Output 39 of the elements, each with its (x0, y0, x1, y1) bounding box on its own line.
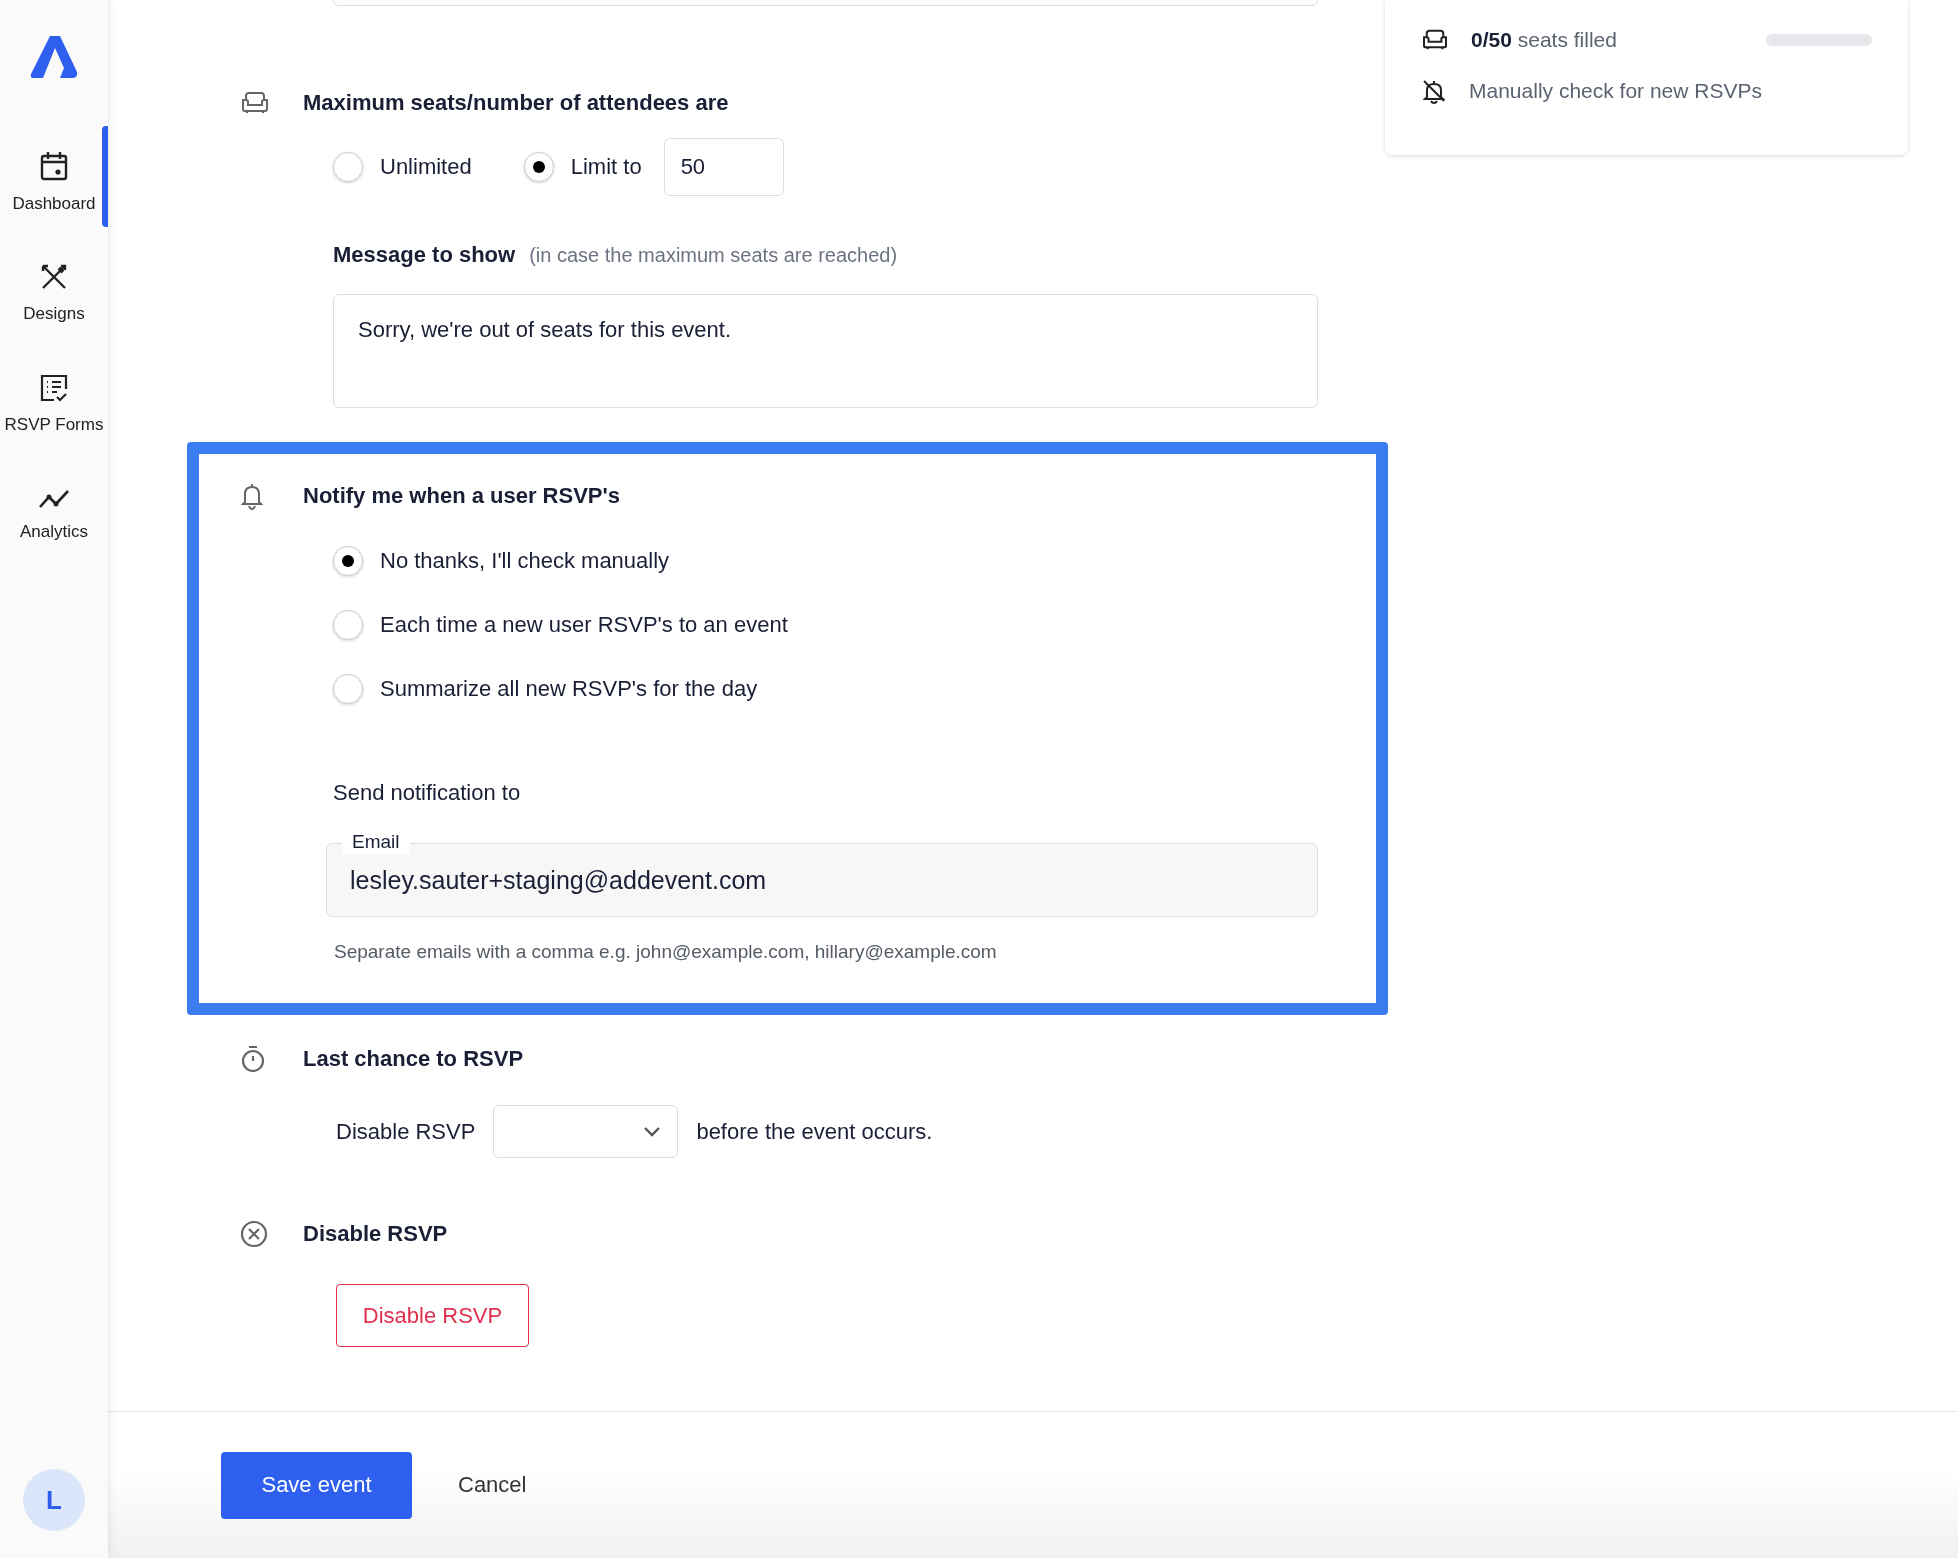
radio-option[interactable]: Unlimited (333, 152, 472, 182)
section-heading: Last chance to RSVP (303, 1046, 525, 1072)
field-label: Disable RSVP (336, 1118, 476, 1145)
circle-x-icon (240, 1220, 268, 1248)
checklist-icon (39, 372, 69, 403)
field-label: Send notification to (333, 780, 522, 806)
bell-off-icon (1421, 78, 1447, 104)
armchair-icon (240, 91, 270, 115)
save-event-button[interactable]: Save event (221, 1451, 412, 1519)
field-suffix: before the event occurs. (696, 1118, 933, 1145)
disable-rsvp-button[interactable]: Disable RSVP (336, 1284, 529, 1347)
cancel-button[interactable]: Cancel (452, 1471, 533, 1499)
notification-status-text: Manually check for new RSVPs (1469, 79, 1762, 103)
field-label: Message to show (333, 242, 516, 268)
limit-field[interactable]: 50 (663, 138, 784, 196)
seats-filled-text: 0/50 seats filled (1471, 28, 1617, 52)
radio-option[interactable]: Each time a new user RSVP's to an event (333, 610, 1324, 640)
sidebar-item[interactable]: RSVP Forms (0, 348, 108, 459)
calendar-icon (39, 149, 69, 182)
user-avatar[interactable]: L (23, 1469, 85, 1531)
field-hint: (in case the maximum seats are reached) (529, 244, 898, 267)
sidebar-item[interactable]: Analytics (0, 459, 108, 570)
section-heading: Disable RSVP (303, 1221, 449, 1247)
sidebar-item[interactable]: Dashboard (0, 126, 108, 237)
stopwatch-icon (240, 1045, 266, 1073)
sidebar-item[interactable]: Designs (0, 237, 108, 348)
chevron-down-icon (643, 1126, 662, 1137)
section-heading: Notify me when a user RSVP's (303, 483, 621, 509)
logo-icon (30, 34, 78, 80)
radio-option[interactable]: Summarize all new RSVP's for the day (333, 674, 1324, 704)
message-field[interactable]: Sorry, we're out of seats for this event. (333, 294, 1318, 408)
radio-option[interactable]: Limit to (523, 152, 642, 182)
section-heading: Maximum seats/number of attendees are (303, 90, 730, 116)
radio-option[interactable]: No thanks, I'll check manually (333, 546, 1324, 576)
armchair-icon (1421, 29, 1449, 51)
dropdown[interactable] (493, 1105, 679, 1158)
helper-text: Separate emails with a comma e.g. john@example.com, hillary@example.com (334, 941, 998, 963)
email-field[interactable]: Email lesley.sauter+staging@addevent.com (326, 830, 1318, 917)
bell-icon (240, 482, 264, 510)
